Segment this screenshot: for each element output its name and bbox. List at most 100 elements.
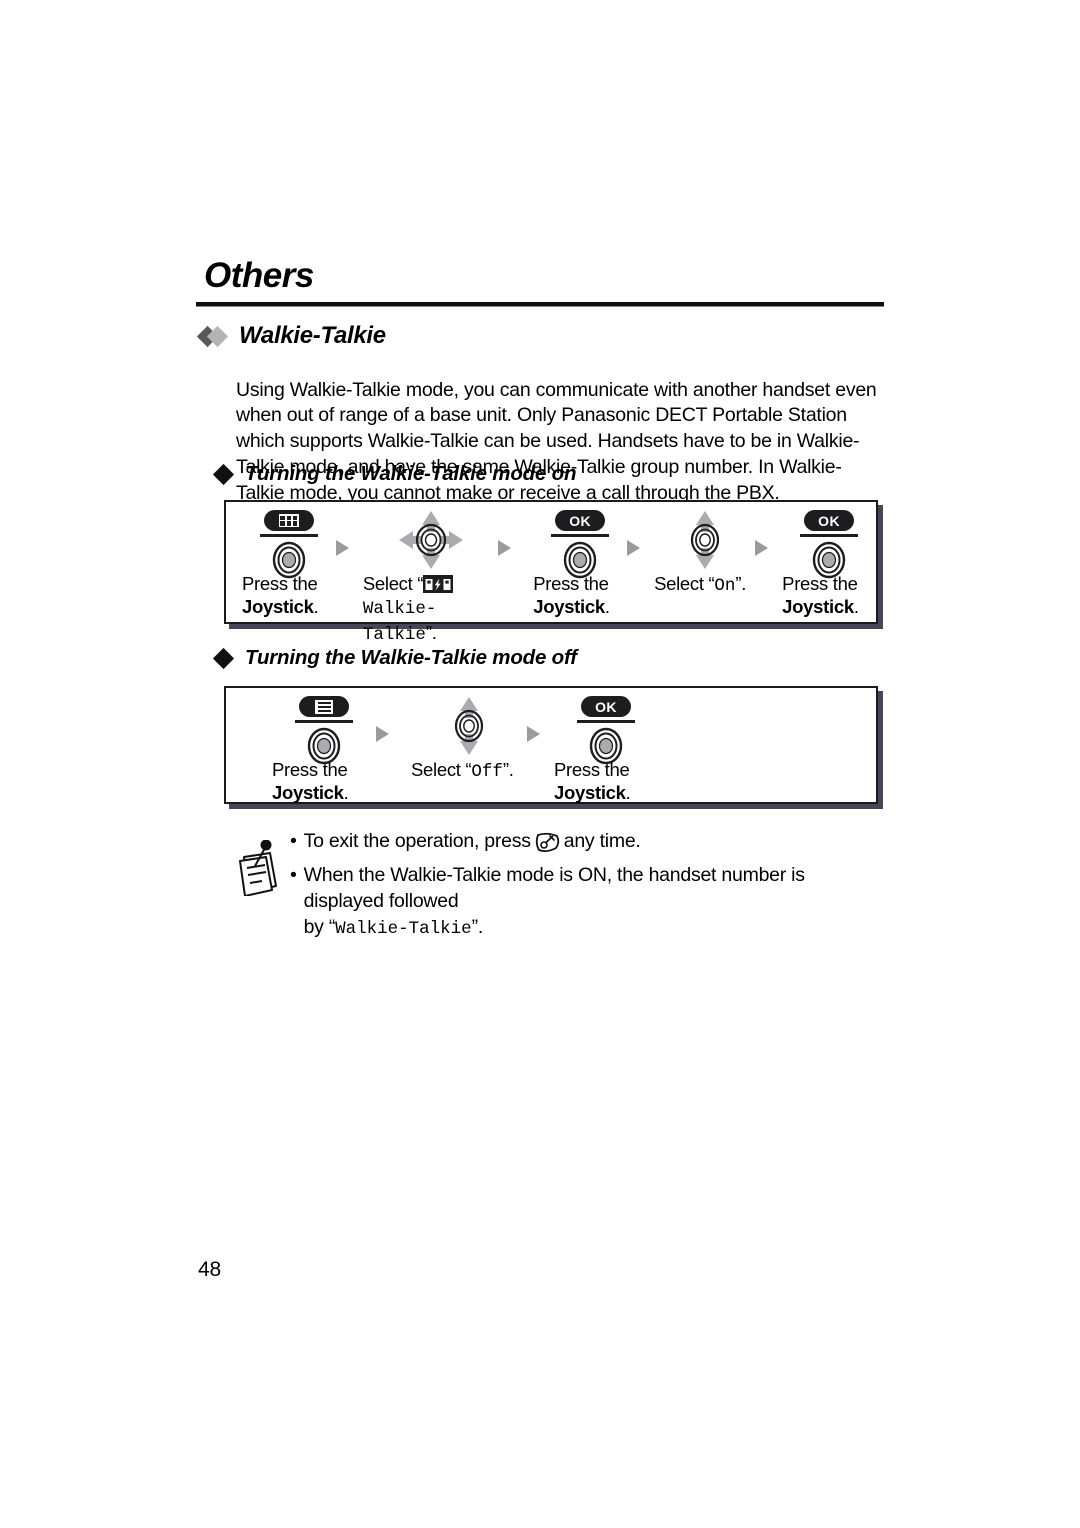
step-glyph (654, 510, 755, 572)
ok-button-icon: OK (555, 510, 606, 531)
note-item: • When the Walkie-Talkie mode is ON, the… (290, 862, 884, 942)
select-value: On (714, 576, 736, 596)
step-glyph: OK (782, 510, 876, 579)
joystick-four-arrows-icon (398, 511, 463, 569)
procedure-box-mode-on: Press the Joystick. Select “Walkie-Talki… (224, 500, 878, 645)
chapter-header: Others (196, 256, 884, 307)
flow-arrow-icon (755, 540, 769, 556)
page-number: 48 (198, 1258, 221, 1281)
caption-keyword: Joystick (554, 782, 626, 803)
badge-underline (259, 534, 318, 537)
step-glyph (242, 510, 336, 579)
note-text-line1: When the Walkie-Talkie mode is ON, the h… (303, 864, 805, 912)
badge-underline (551, 534, 610, 537)
step-caption: Press the Joystick. (533, 572, 610, 618)
note-block: • To exit the operation, press any time. … (232, 828, 884, 942)
note-text-line2-pre: by “ (303, 916, 336, 938)
step-caption: Press the Joystick. (242, 572, 319, 618)
joystick-vertical-arrows-icon (454, 697, 484, 755)
step-press-joystick: OK Press the Joystick. (533, 510, 627, 618)
flow-arrow-icon (376, 726, 389, 742)
flow-arrow-icon (498, 540, 512, 556)
step-glyph (363, 510, 498, 572)
walkie-talkie-glyph-icon (423, 575, 454, 593)
note-text: To exit the operation, press any time. (304, 828, 641, 860)
flow-arrow-icon (627, 540, 641, 556)
step-glyph: OK (554, 696, 658, 765)
ok-label: OK (818, 512, 840, 529)
step-press-joystick: Press the Joystick. (242, 510, 336, 618)
select-suffix: ”. (735, 573, 747, 594)
bullet-icon: • (290, 864, 297, 886)
step-caption: Press the Joystick. (782, 572, 859, 618)
select-suffix: ”. (502, 759, 514, 780)
ok-button-icon: OK (804, 510, 855, 531)
section-body-text: Using Walkie-Talkie mode, you can commun… (236, 378, 877, 504)
badge-underline (577, 720, 635, 723)
power-off-button-icon (534, 832, 561, 860)
step-caption: Select “Off”. (411, 758, 514, 784)
ok-label: OK (569, 512, 592, 529)
diamond-solid-icon (212, 463, 235, 485)
step-glyph: OK (533, 510, 627, 579)
caption-period: . (853, 596, 859, 617)
step-caption: Press the Joystick. (554, 758, 631, 804)
caption-keyword: Joystick (272, 782, 344, 803)
note-text-pre: To exit the operation, press (303, 830, 531, 852)
caption-period: . (343, 782, 349, 803)
select-prefix: Select “ (411, 759, 472, 780)
select-value: Off (471, 762, 503, 782)
step-caption: Select “On”. (654, 572, 746, 598)
caption-keyword: Joystick (782, 596, 854, 617)
note-item: • To exit the operation, press any time. (290, 828, 884, 860)
caption-keyword: Joystick (242, 596, 314, 617)
flow-arrow-icon (335, 540, 349, 556)
note-items: • To exit the operation, press any time. … (290, 828, 884, 942)
header-divider (196, 301, 884, 307)
caption-line1: Press the (242, 573, 318, 594)
caption-period: . (604, 596, 610, 617)
select-suffix: ”. (425, 622, 437, 643)
subsection-header-mode-off: Turning the Walkie-Talkie mode off (212, 646, 577, 670)
subsection-header-mode-on: Turning the Walkie-Talkie mode on (212, 462, 577, 486)
caption-line1: Press the (533, 573, 609, 594)
diamond-solid-icon (212, 647, 235, 669)
section-title: Walkie-Talkie (239, 322, 386, 349)
step-press-joystick: Press the Joystick. (272, 696, 376, 804)
note-text-post: any time. (563, 830, 641, 852)
manual-page: Others Walkie-Talkie Using Walkie-Talkie… (0, 0, 1080, 1528)
caption-line1: Press the (554, 759, 630, 780)
step-caption: Select “Walkie-Talkie”. (363, 572, 498, 647)
step-caption: Press the Joystick. (272, 758, 349, 804)
caption-period: . (625, 782, 631, 803)
menu-list-button-icon (299, 696, 349, 717)
caption-period: . (313, 596, 319, 617)
caption-line1: Press the (782, 573, 858, 594)
flow-arrow-icon (527, 726, 540, 742)
step-select-walkie-talkie: Select “Walkie-Talkie”. (363, 510, 498, 647)
ok-label: OK (595, 698, 617, 715)
step-press-joystick: OK Press the Joystick. (782, 510, 876, 618)
step-select-on: Select “On”. (654, 510, 755, 598)
note-text-value: Walkie-Talkie (335, 919, 472, 939)
caption-keyword: Joystick (533, 596, 605, 617)
step-glyph (411, 696, 527, 758)
badge-underline (800, 534, 859, 537)
page-title: Others (204, 256, 314, 295)
note-text-line2-post: ”. (471, 916, 484, 938)
step-select-off: Select “Off”. (411, 696, 527, 784)
procedure-box-mode-off: Press the Joystick. Select “Off”. OK Pre… (224, 686, 878, 804)
note-text: When the Walkie-Talkie mode is ON, the h… (304, 862, 884, 942)
step-glyph (272, 696, 376, 765)
ok-button-icon: OK (581, 696, 631, 717)
section-header: Walkie-Talkie (196, 322, 386, 350)
bullet-icon: • (290, 830, 297, 852)
select-prefix: Select “ (362, 573, 424, 594)
badge-underline (295, 720, 353, 723)
joystick-vertical-arrows-icon (690, 511, 719, 569)
subsection-title: Turning the Walkie-Talkie mode off (245, 646, 577, 669)
menu-grid-button-icon (263, 510, 314, 531)
caption-line1: Press the (272, 759, 348, 780)
step-press-joystick: OK Press the Joystick. (554, 696, 658, 804)
memo-note-icon (232, 839, 284, 901)
